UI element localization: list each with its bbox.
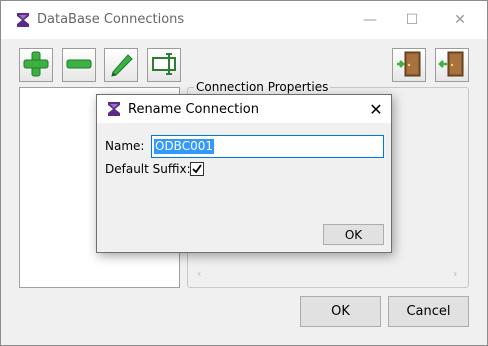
edit-connection-button[interactable] [104, 48, 138, 82]
dialog-title: Rename Connection [128, 102, 260, 117]
name-input[interactable]: ODBC001 [151, 135, 384, 158]
default-suffix-checkbox[interactable] [190, 162, 204, 176]
app-icon [106, 101, 122, 117]
remove-connection-button[interactable] [62, 48, 96, 82]
name-label: Name: [105, 139, 145, 153]
import-button[interactable] [392, 48, 426, 82]
rename-connection-dialog: Rename Connection ✕ Name: ODBC001 Defaul… [96, 94, 392, 253]
rename-connection-button[interactable] [147, 48, 181, 82]
window-title: DataBase Connections [37, 12, 185, 27]
rename-field-icon [150, 50, 178, 81]
properties-horizontal-scrollbar[interactable]: ‹ › [191, 266, 464, 283]
name-input-value: ODBC001 [154, 139, 214, 154]
connection-properties-legend: Connection Properties [194, 80, 331, 94]
app-icon [15, 12, 31, 28]
default-suffix-label: Default Suffix: [105, 162, 191, 176]
close-button[interactable]: ✕ [437, 1, 483, 39]
maximize-button[interactable]: ☐ [389, 1, 435, 39]
add-connection-button[interactable] [19, 48, 53, 82]
plus-icon [22, 50, 50, 81]
minus-icon [65, 50, 93, 81]
checkmark-icon [192, 164, 202, 174]
export-button[interactable] [435, 48, 469, 82]
pencil-icon [107, 50, 135, 81]
dialog-ok-button[interactable]: OK [323, 224, 384, 245]
window-titlebar[interactable]: DataBase Connections — ☐ ✕ [1, 1, 487, 39]
scroll-left-icon[interactable]: ‹ [197, 267, 201, 280]
door-exit-icon [438, 50, 466, 81]
minimize-button[interactable]: — [347, 1, 393, 39]
dialog-titlebar[interactable]: Rename Connection ✕ [97, 95, 391, 123]
ok-button[interactable]: OK [300, 296, 381, 327]
scroll-right-icon[interactable]: › [453, 267, 457, 280]
dialog-close-button[interactable]: ✕ [365, 98, 387, 120]
cancel-button[interactable]: Cancel [388, 296, 469, 327]
door-enter-icon [395, 50, 423, 81]
